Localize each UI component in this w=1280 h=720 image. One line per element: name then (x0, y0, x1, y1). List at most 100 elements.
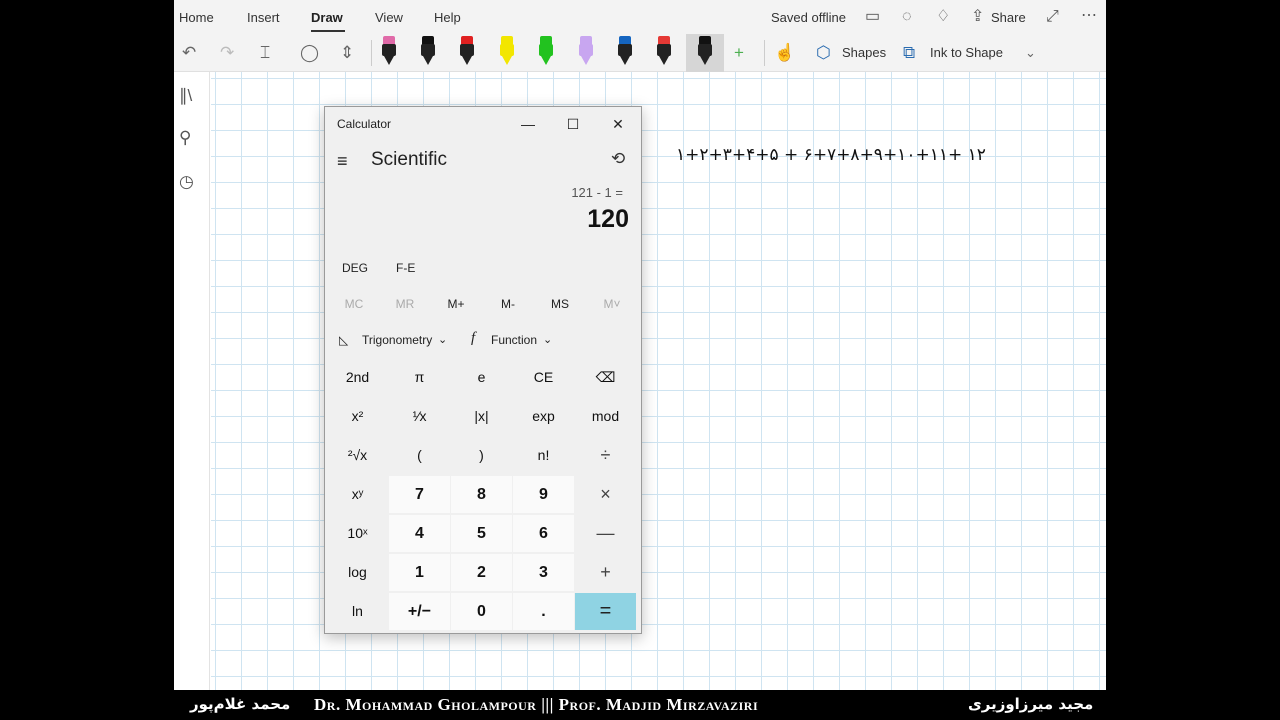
ms-button[interactable]: MS (535, 297, 585, 311)
menu-view[interactable]: View (375, 10, 403, 25)
key-3-2[interactable]: 8 (451, 476, 512, 513)
pen-blue-icon[interactable] (614, 36, 636, 66)
shapes-button[interactable]: Shapes (842, 45, 886, 60)
trigonometry-dropdown[interactable]: Trigonometry (362, 333, 432, 347)
lightbulb-icon[interactable]: ◌ (902, 9, 912, 25)
fe-button[interactable]: F-E (396, 261, 415, 275)
function-dropdown[interactable]: Function (491, 333, 537, 347)
chevron-down-icon[interactable]: ⌄ (1025, 45, 1036, 61)
key-6-0[interactable]: ln (327, 593, 388, 630)
key-0-1[interactable]: π (389, 359, 450, 396)
key-4-3[interactable]: 6 (513, 515, 574, 552)
ink-to-shape-button[interactable]: Ink to Shape (930, 45, 1003, 60)
minimize-button[interactable]: — (508, 111, 548, 137)
bell-icon[interactable]: ♢ (936, 9, 950, 25)
menu-icon[interactable]: ≡ (337, 151, 348, 172)
maximize-button[interactable]: ☐ (553, 111, 593, 137)
pen-black-active-icon[interactable] (694, 36, 716, 66)
video-caption-bar: محمد غلام‌پور Dr. Mohammad Gholampour ||… (0, 690, 1280, 720)
menu-insert[interactable]: Insert (247, 10, 280, 25)
menu-home[interactable]: Home (179, 10, 214, 25)
notebook-icon[interactable]: ▭ (865, 9, 880, 25)
key-2-4[interactable]: ÷ (575, 437, 636, 474)
pen-red-icon[interactable] (456, 36, 478, 66)
key-4-4[interactable]: — (575, 515, 636, 552)
key-1-2[interactable]: |x| (451, 398, 512, 435)
key-4-0[interactable]: 10ˣ (327, 515, 388, 552)
lasso-select-icon[interactable]: ◯ (300, 43, 319, 63)
key-5-2[interactable]: 2 (451, 554, 512, 591)
key-2-3[interactable]: n! (513, 437, 574, 474)
key-0-0[interactable]: 2nd (327, 359, 388, 396)
add-space-icon[interactable]: ⇕ (340, 43, 354, 63)
chevron-down-icon: ⌄ (543, 334, 553, 346)
key-3-4[interactable]: × (575, 476, 636, 513)
more-icon[interactable]: ⋯ (1081, 8, 1097, 24)
expression-display: 121 - 1 = (571, 185, 623, 200)
key-4-1[interactable]: 4 (389, 515, 450, 552)
calculator-title: Calculator (337, 117, 392, 131)
share-icon[interactable]: ⇪ (971, 9, 984, 25)
key-6-4[interactable]: = (575, 593, 636, 630)
key-1-3[interactable]: exp (513, 398, 574, 435)
highlighter-yellow-icon[interactable] (496, 36, 518, 66)
key-1-1[interactable]: ¹⁄x (389, 398, 450, 435)
toolbar-divider (371, 40, 372, 66)
key-6-1[interactable]: +/− (389, 593, 450, 630)
redo-icon[interactable]: ↷ (220, 43, 234, 63)
toolbar-divider (764, 40, 765, 66)
ink-to-shape-icon[interactable]: ⧉ (903, 43, 915, 63)
caption-persian-left: محمد غلام‌پور (190, 695, 291, 713)
m-plus-button[interactable]: M+ (431, 297, 481, 311)
key-2-2[interactable]: ) (451, 437, 512, 474)
share-button[interactable]: Share (991, 10, 1026, 25)
expand-icon[interactable]: ⤢ (1046, 9, 1059, 25)
key-5-0[interactable]: log (327, 554, 388, 591)
memory-list-button[interactable]: M˅ (587, 297, 637, 311)
undo-icon[interactable]: ↶ (182, 43, 196, 63)
pen-pink-icon[interactable] (378, 36, 400, 66)
key-2-1[interactable]: ( (389, 437, 450, 474)
highlighter-green-icon[interactable] (535, 36, 557, 66)
key-5-4[interactable]: + (575, 554, 636, 591)
mr-button[interactable]: MR (380, 297, 430, 311)
key-1-0[interactable]: x² (327, 398, 388, 435)
key-6-3[interactable]: . (513, 593, 574, 630)
calculator-window: Calculator — ☐ ✕ ≡ Scientific ⟲ 121 - 1 … (324, 106, 642, 634)
pen-red-2-icon[interactable] (653, 36, 675, 66)
history-icon[interactable]: ⟲ (611, 149, 625, 169)
key-5-3[interactable]: 3 (513, 554, 574, 591)
highlighter-lavender-icon[interactable] (575, 36, 597, 66)
key-3-3[interactable]: 9 (513, 476, 574, 513)
m-minus-button[interactable]: M- (483, 297, 533, 311)
key-6-2[interactable]: 0 (451, 593, 512, 630)
search-icon[interactable]: ⚲ (179, 128, 191, 148)
shapes-icon[interactable]: ⬡ (816, 43, 831, 63)
key-0-4[interactable]: ⌫ (575, 359, 636, 396)
draw-toolbar: ↶ ↷ ⌶ ◯ ⇕ + ☝ ⬡ Shapes ⧉ Ink to Shape ⌄ (174, 34, 1106, 72)
select-text-icon[interactable]: ⌶ (260, 43, 270, 63)
active-tab-underline (311, 30, 345, 32)
notebooks-icon[interactable]: ∥\ (179, 86, 192, 106)
key-3-1[interactable]: 7 (389, 476, 450, 513)
pen-black-icon[interactable] (417, 36, 439, 66)
add-pen-icon[interactable]: + (734, 43, 744, 63)
key-3-0[interactable]: xʸ (327, 476, 388, 513)
key-5-1[interactable]: 1 (389, 554, 450, 591)
menu-help[interactable]: Help (434, 10, 461, 25)
chevron-down-icon: ⌄ (438, 334, 448, 346)
trigonometry-icon: ◺ (339, 333, 349, 347)
recent-icon[interactable]: ◷ (179, 172, 194, 192)
key-0-2[interactable]: e (451, 359, 512, 396)
caption-persian-right: مجید میرزاوزیری (968, 695, 1094, 713)
menu-draw[interactable]: Draw (311, 10, 343, 25)
mc-button[interactable]: MC (329, 297, 379, 311)
deg-button[interactable]: DEG (342, 261, 368, 275)
key-1-4[interactable]: mod (575, 398, 636, 435)
key-2-0[interactable]: ²√x (327, 437, 388, 474)
handwritten-equation: ۱+۲+۳+۴+۵ + ۶+۷+۸+۹+۱۰+۱۱+ ۱۲ (676, 145, 986, 165)
touch-draw-icon[interactable]: ☝ (774, 43, 795, 63)
key-4-2[interactable]: 5 (451, 515, 512, 552)
close-button[interactable]: ✕ (598, 111, 638, 137)
key-0-3[interactable]: CE (513, 359, 574, 396)
